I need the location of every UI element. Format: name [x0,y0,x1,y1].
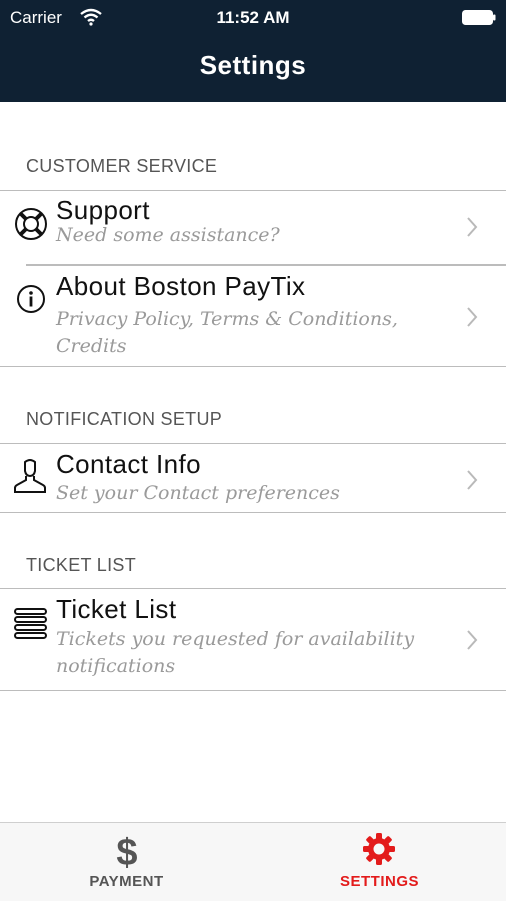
chevron-right-icon [466,216,478,243]
contact-info-subtitle: Set your Contact preferences [56,482,340,504]
page-title: Settings [199,50,307,80]
contact-info-row[interactable]: Contact Info Set your Contact preference… [0,444,506,512]
tab-bar: $ PAYMENT SETTINGS [0,822,506,901]
ticket-list-row[interactable]: Ticket List Tickets you requested for av… [0,589,506,690]
divider [0,366,506,367]
chevron-right-icon [466,469,478,496]
svg-text:$: $ [116,832,137,871]
tab-payment[interactable]: $ PAYMENT [0,823,253,901]
tab-settings-label: SETTINGS [339,873,419,890]
about-subtitle: Privacy Policy, Terms & Conditions, Cred… [56,308,398,357]
status-bar: Carrier 11:52 AM [0,0,506,36]
lifebuoy-icon [14,207,48,246]
about-row[interactable]: About Boston PayTix Privacy Policy, Term… [0,266,506,366]
tab-settings[interactable]: SETTINGS [253,823,506,901]
list-icon [14,607,48,646]
gear-icon [361,831,397,872]
tab-payment-label: PAYMENT [89,873,164,890]
dollar-icon: $ [112,831,142,876]
section-header-customer-service: CUSTOMER SERVICE [26,156,218,176]
support-subtitle: Need some assistance? [56,224,280,246]
section-header-notification-setup: NOTIFICATION SETUP [26,409,223,429]
settings-list: CUSTOMER SERVICE Support Need some assis… [0,102,506,822]
contact-info-title: Contact Info [56,449,201,479]
header-bar: Carrier 11:52 AM Settings [0,0,506,102]
ticket-list-title: Ticket List [56,594,177,624]
chevron-right-icon [466,629,478,656]
battery-icon [462,10,496,25]
section-header-ticket-list: TICKET LIST [26,555,136,575]
clock: 11:52 AM [216,8,290,27]
support-row[interactable]: Support Need some assistance? [0,191,506,264]
info-icon [16,284,46,319]
divider [0,512,506,513]
about-title: About Boston PayTix [56,271,306,301]
divider [0,690,506,691]
user-icon [14,458,46,499]
chevron-right-icon [466,306,478,333]
ticket-list-subtitle: Tickets you requested for availability n… [56,628,415,677]
